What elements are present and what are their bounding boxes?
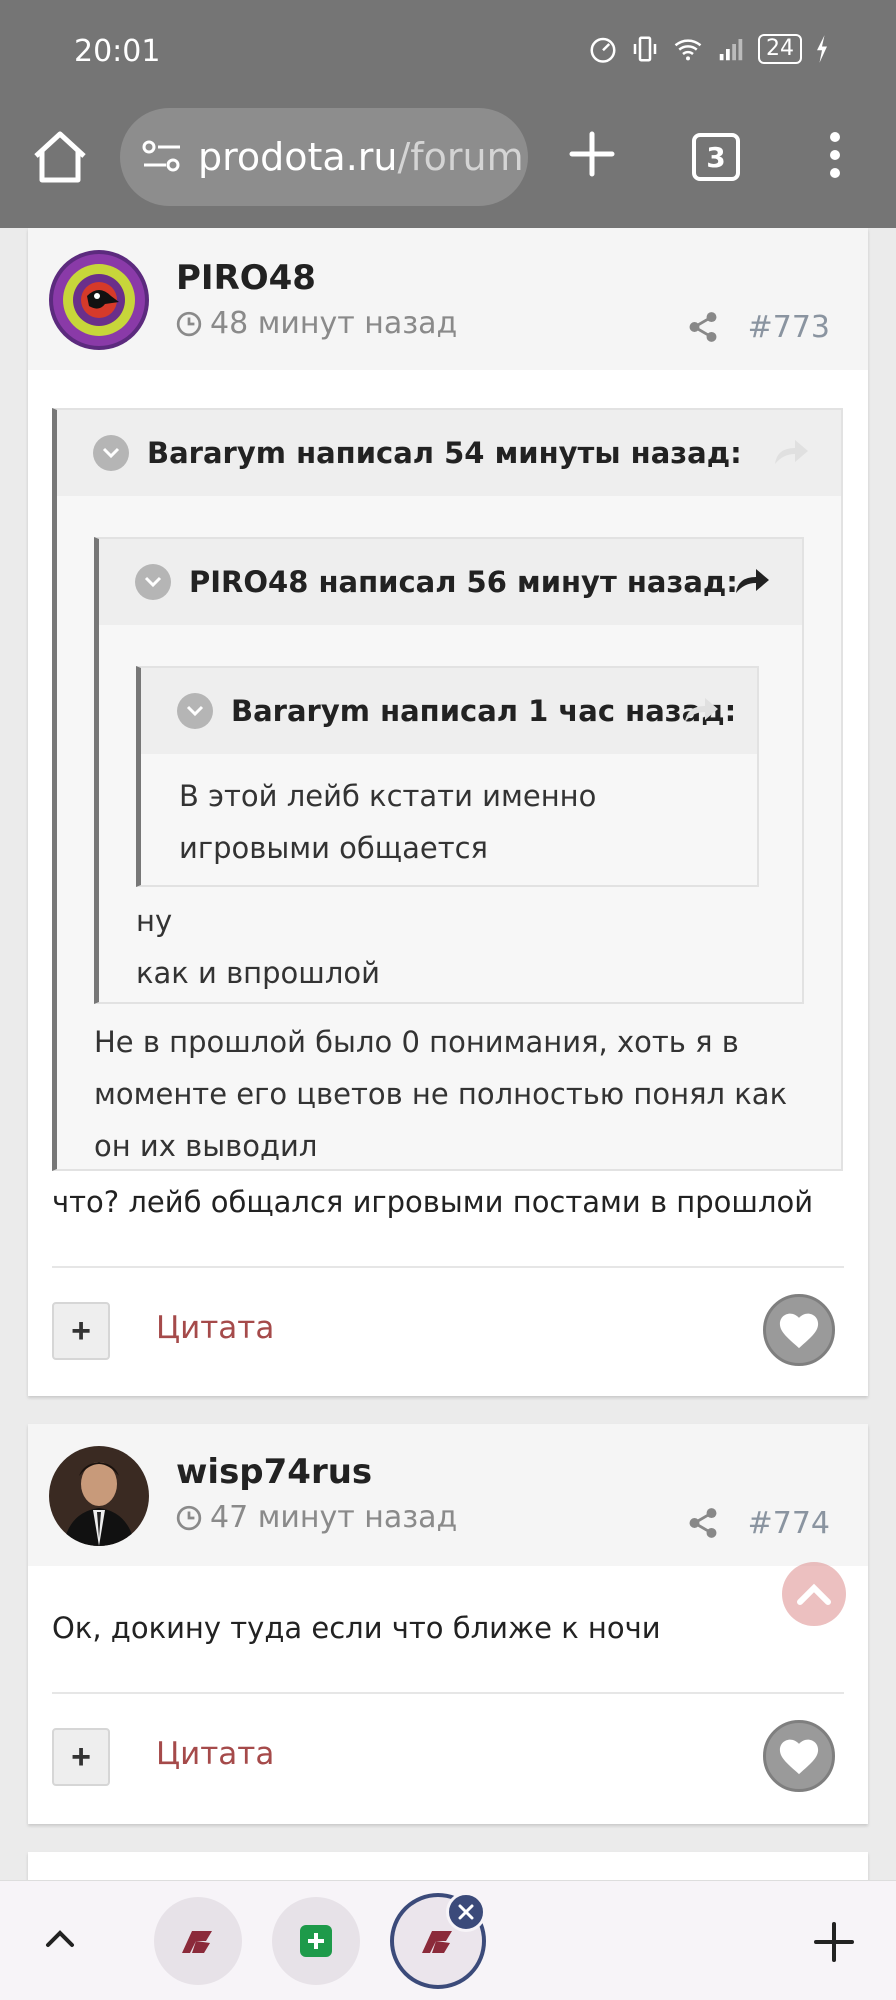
quote-title: Bararym написал 54 минуты назад: [147,436,742,470]
chevron-down-icon[interactable] [135,564,171,600]
sheets-icon [300,1925,332,1957]
vibrate-icon [633,36,657,62]
avatar[interactable] [49,250,149,350]
post-author[interactable]: wisp74rus [176,1452,372,1492]
site-settings-icon[interactable] [140,137,184,177]
quote-text: моменте его цветов не полностью понял ка… [94,1077,788,1111]
share-icon[interactable] [686,1506,720,1540]
like-button[interactable] [763,1294,835,1366]
clock-icon [176,311,202,336]
chevron-down-icon[interactable] [93,435,129,471]
share-icon[interactable] [686,310,720,344]
post-time-text: 47 минут назад [210,1500,458,1535]
like-button[interactable] [763,1720,835,1792]
post-header: PIRO48 48 минут назад #773 [28,228,868,370]
avatar-image-icon [49,250,149,350]
avatar-image-icon [49,1446,149,1546]
prodota-logo-icon [182,1931,212,1953]
quote-block: PIRO48 написал 56 минут назад: Bararym н… [94,537,804,1004]
scroll-to-top-button[interactable] [782,1562,846,1626]
goto-quote-icon[interactable] [681,694,721,726]
url-host: prodota.ru [198,135,398,179]
chevron-up-icon [797,1583,831,1605]
quote-header[interactable]: Bararym написал 1 час назад: [141,668,757,754]
quote-text: В этой лейб кстати именно [179,779,597,813]
goto-quote-icon[interactable] [771,436,811,468]
close-icon [458,1904,474,1920]
new-tab-icon[interactable] [566,128,618,180]
post-time: 48 минут назад [176,306,457,341]
chevron-down-icon[interactable] [177,693,213,729]
forum-post: PIRO48 48 минут назад #773 Bararym напис… [28,228,868,1396]
goto-quote-icon[interactable] [732,565,772,597]
more-menu-icon[interactable] [820,130,850,180]
status-icons: 24 [588,34,830,64]
quote-header[interactable]: Bararym написал 54 минуты назад: [57,410,841,496]
prodota-logo-icon [422,1931,452,1953]
clock-icon [176,1505,202,1530]
quote-block: Bararym написал 54 минуты назад: PIRO48 … [52,408,843,1171]
post-author[interactable]: PIRO48 [176,258,316,298]
quote-text: Не в прошлой было 0 понимания, хоть я в [94,1025,739,1059]
heart-icon [779,1313,819,1349]
new-tab-icon[interactable] [812,1920,856,1964]
post-number[interactable]: #773 [748,310,830,345]
tab-switcher-button[interactable]: 3 [692,133,740,181]
forum-post: wisp74rus 47 минут назад #774 Ок, докину… [28,1424,868,1824]
quote-title: Bararym написал 1 час назад: [231,694,737,728]
quote-text: игровыми общается [179,831,489,865]
quote-text: он их выводил [94,1129,318,1163]
quote-link[interactable]: Цитата [156,1310,274,1346]
divider [52,1692,844,1694]
post-body: Ок, докину туда если что ближе к ночи [52,1611,661,1645]
add-reputation-button[interactable]: + [52,1302,110,1360]
signal-icon [719,39,743,61]
quote-text: ну [136,904,173,938]
charging-icon [817,35,827,63]
quote-title: PIRO48 написал 56 минут назад: [189,565,738,599]
divider [52,1266,844,1268]
battery-indicator: 24 [758,34,802,64]
add-reputation-button[interactable]: + [52,1728,110,1786]
browser-chrome: 20:01 24 prodota.ru/forum 3 [0,0,896,228]
quote-text: как и впрошлой [136,956,380,990]
chevron-up-icon[interactable] [40,1919,80,1959]
post-body: что? лейб общался игровыми постами в про… [52,1185,814,1219]
post-time: 47 минут назад [176,1500,457,1535]
tab-prodota-1[interactable] [154,1897,242,1985]
quote-link[interactable]: Цитата [156,1736,274,1772]
url-bar[interactable]: prodota.ru/forum [120,108,528,206]
tab-sheets[interactable] [272,1897,360,1985]
home-icon[interactable] [30,130,90,184]
heart-icon [779,1739,819,1775]
quote-header[interactable]: PIRO48 написал 56 минут назад: [99,539,802,625]
post-number[interactable]: #774 [748,1506,830,1541]
speed-icon [590,37,616,63]
quote-block: Bararym написал 1 час назад: В этой лейб… [136,666,759,887]
close-tab-button[interactable] [446,1892,486,1932]
status-time: 20:01 [74,34,161,69]
post-header: wisp74rus 47 минут назад #774 [28,1424,868,1566]
avatar[interactable] [49,1446,149,1546]
post-time-text: 48 минут назад [210,306,458,341]
bottom-tab-bar [0,1880,896,2000]
url-path: /forum [397,135,524,179]
wifi-icon [674,39,702,61]
